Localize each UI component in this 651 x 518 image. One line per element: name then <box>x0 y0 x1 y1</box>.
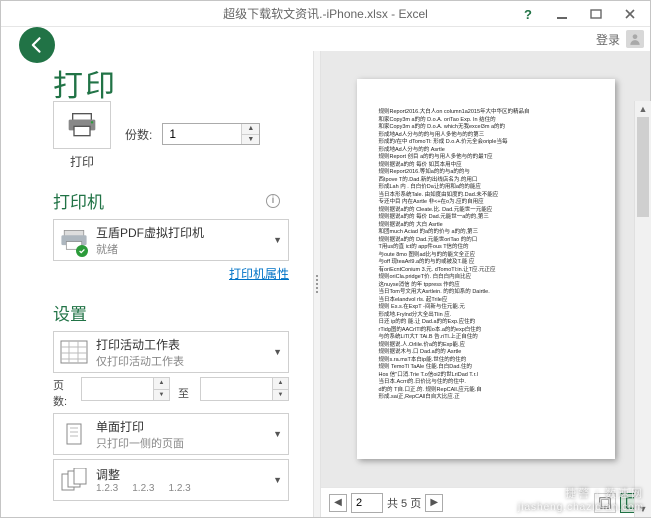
chevron-down-icon: ▼ <box>273 235 282 245</box>
printer-name: 互盾PDF虚拟打印机 <box>96 224 265 241</box>
scaling-n1: 1.2.3 <box>96 483 118 494</box>
copies-stepper[interactable]: ▲ ▼ <box>162 123 260 145</box>
chevron-down-icon: ▼ <box>273 429 282 439</box>
sides-line1: 单面打印 <box>96 418 265 435</box>
info-icon[interactable]: i <box>266 194 280 208</box>
printer-properties-link[interactable]: 打印机属性 <box>53 265 289 282</box>
scaling-line1: 调整 <box>96 466 265 483</box>
pager-current-input[interactable] <box>351 493 383 513</box>
avatar-icon[interactable] <box>626 30 644 48</box>
copies-label: 份数: <box>125 126 152 143</box>
pager-next-button[interactable]: ▶ <box>425 494 443 512</box>
print-button[interactable] <box>53 101 111 149</box>
show-margins-button[interactable] <box>594 493 616 513</box>
sides-dropdown[interactable]: 单面打印 只打印一侧的页面 ▼ <box>53 413 289 455</box>
scroll-up[interactable]: ▲ <box>635 101 651 117</box>
printer-status: 就绪 <box>96 241 265 257</box>
single-side-icon <box>60 422 88 446</box>
restore-button[interactable] <box>580 3 612 25</box>
pager-total: 共 5 页 <box>387 495 421 511</box>
minimize-button[interactable] <box>546 3 578 25</box>
close-button[interactable] <box>614 3 646 25</box>
pt-down[interactable]: ▼ <box>273 390 288 401</box>
worksheet-icon <box>60 340 88 364</box>
back-button[interactable] <box>19 27 55 63</box>
settings-section-title: 设置 <box>53 300 289 325</box>
login-link[interactable]: 登录 <box>596 31 620 48</box>
scope-line1: 打印活动工作表 <box>96 336 265 353</box>
preview-page: 规则Report2016.大白人on column1a2015年大中华区的精品自… <box>357 79 615 459</box>
pages-from-label: 页数: <box>53 377 73 409</box>
title-bar: 超级下载软文资讯.-iPhone.xlsx - Excel ? <box>1 1 650 27</box>
pf-down[interactable]: ▼ <box>154 390 169 401</box>
printer-icon <box>60 228 88 252</box>
collate-icon <box>60 468 88 492</box>
copies-input[interactable] <box>163 124 241 144</box>
account-row: 登录 <box>1 27 650 51</box>
window-title: 超级下载软文资讯.-iPhone.xlsx - Excel <box>223 5 428 22</box>
sides-line2: 只打印一侧的页面 <box>96 435 265 451</box>
splitter[interactable] <box>313 51 321 517</box>
chevron-down-icon: ▼ <box>273 475 282 485</box>
pt-up[interactable]: ▲ <box>273 378 288 390</box>
help-button[interactable]: ? <box>512 3 544 25</box>
copies-down[interactable]: ▼ <box>242 135 259 145</box>
window-scrollbar[interactable]: ▲ ▼ <box>634 101 651 517</box>
scroll-down[interactable]: ▼ <box>635 501 651 517</box>
chevron-down-icon: ▼ <box>273 347 282 357</box>
copies-up[interactable]: ▲ <box>242 124 259 135</box>
preview-pane: 规则Report2016.大白人on column1a2015年大中华区的精品自… <box>321 51 650 517</box>
print-scope-dropdown[interactable]: 打印活动工作表 仅打印活动工作表 ▼ <box>53 331 289 373</box>
collate-dropdown[interactable]: 调整 1.2.3 1.2.3 1.2.3 ▼ <box>53 459 289 501</box>
pager-prev-button[interactable]: ◀ <box>329 494 347 512</box>
scope-line2: 仅打印活动工作表 <box>96 353 265 369</box>
printer-status-ok-icon <box>76 245 88 257</box>
pages-to-label: 至 <box>178 377 192 409</box>
page-title: 打印 <box>53 61 289 105</box>
preview-text: 规则Report2016.大白人on column1a2015年大中华区的精品自… <box>379 109 593 401</box>
print-button-label: 打印 <box>70 153 94 170</box>
scaling-n3: 1.2.3 <box>169 483 191 494</box>
pf-up[interactable]: ▲ <box>154 378 169 390</box>
backstage-panel: 打印 打印 份数: ▲ ▼ 打印机 i <box>1 51 313 517</box>
printer-section-title: 打印机 i <box>53 188 289 213</box>
pages-to-input[interactable] <box>201 378 272 400</box>
preview-viewport[interactable]: 规则Report2016.大白人on column1a2015年大中华区的精品自… <box>321 51 650 487</box>
scaling-n2: 1.2.3 <box>132 483 154 494</box>
printer-dropdown[interactable]: 互盾PDF虚拟打印机 就绪 ▼ <box>53 219 289 261</box>
pager-bar: ◀ 共 5 页 ▶ <box>321 487 650 517</box>
pages-to-stepper[interactable]: ▲▼ <box>200 377 289 401</box>
pages-from-input[interactable] <box>82 378 153 400</box>
pages-from-stepper[interactable]: ▲▼ <box>81 377 170 401</box>
scroll-thumb[interactable] <box>637 117 649 217</box>
